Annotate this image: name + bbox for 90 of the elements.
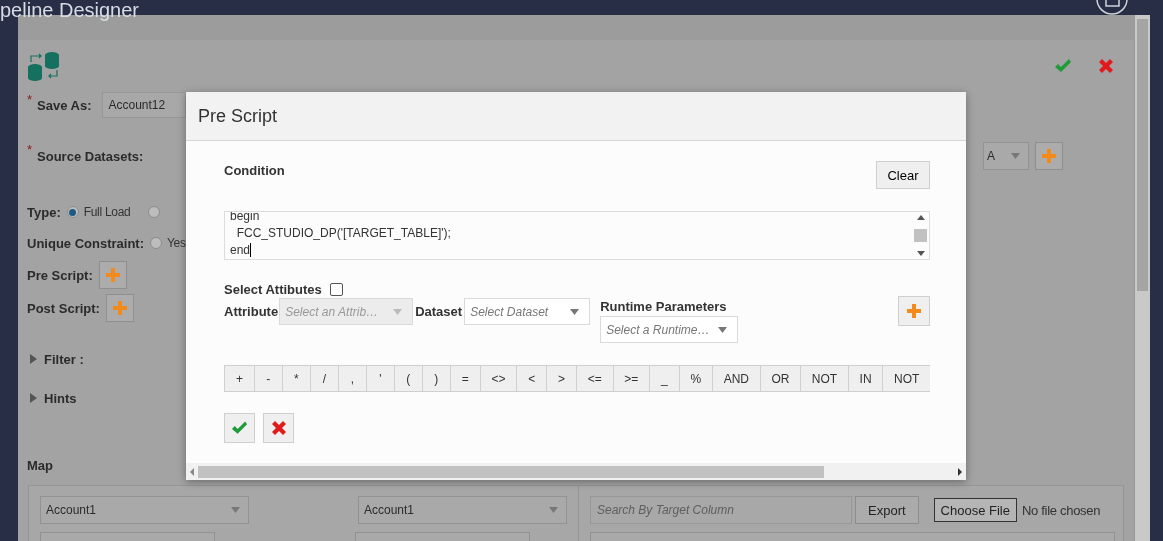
script-editor[interactable]: begin FCC_STUDIO_DP('[TARGET_TABLE]'); end: [224, 211, 930, 260]
operator-button[interactable]: >: [546, 365, 576, 392]
dropdown-placeholder: Select an Attrib…: [285, 304, 379, 319]
field-label: Type:: [27, 204, 61, 220]
operator-button[interactable]: -: [253, 365, 282, 392]
operator-button[interactable]: IN: [847, 365, 883, 392]
add-button[interactable]: [1035, 142, 1063, 170]
field-label: Source Datasets:: [37, 148, 144, 164]
select-value: Account1: [46, 503, 97, 517]
operator-button[interactable]: =: [449, 365, 480, 392]
plus-icon: [105, 268, 120, 282]
operator-button[interactable]: *: [281, 365, 310, 392]
operator-button[interactable]: <: [516, 365, 547, 392]
field-label: Dataset: [415, 304, 463, 319]
caret-icon: [1011, 153, 1020, 159]
field-label: Pre Script:: [27, 267, 93, 283]
operator-button[interactable]: _: [649, 365, 679, 392]
operator-button[interactable]: %: [678, 365, 712, 392]
add-button[interactable]: [898, 296, 930, 326]
close-icon: [270, 420, 287, 436]
scrollbar[interactable]: [186, 463, 966, 480]
operator-button[interactable]: AND: [712, 365, 760, 392]
caret-icon: [393, 308, 403, 315]
required-mark: *: [27, 92, 33, 107]
plus-icon: [1042, 149, 1056, 163]
radio-button[interactable]: [66, 206, 79, 218]
scroll-up-icon[interactable]: [916, 215, 925, 220]
operator-button[interactable]: <=: [575, 365, 613, 392]
section-header[interactable]: Filter :: [44, 351, 84, 367]
export-button[interactable]: Export: [855, 496, 919, 524]
check-icon: [231, 420, 248, 436]
operator-button[interactable]: <>: [479, 365, 517, 392]
scroll-down-icon[interactable]: [916, 251, 925, 256]
scrollbar[interactable]: [1134, 15, 1150, 541]
radio-button[interactable]: [148, 206, 161, 218]
cancel-button[interactable]: [263, 413, 294, 443]
table-select[interactable]: Account1: [40, 496, 249, 524]
operator-button[interactable]: NOT: [800, 365, 848, 392]
dropdown-placeholder: Select a Runtime…: [606, 322, 710, 337]
code-line: FCC_STUDIO_DP('[TARGET_TABLE]');: [235, 226, 451, 240]
plus-icon: [112, 301, 127, 315]
dropdown-placeholder: Select Dataset: [470, 304, 549, 319]
caret-icon: [549, 507, 558, 513]
file-status: No file chosen: [1021, 502, 1101, 518]
choose-file-button[interactable]: Choose File: [933, 498, 1017, 522]
select-value: Account1: [364, 503, 415, 517]
operator-button[interactable]: ,: [337, 365, 366, 392]
confirm-icon[interactable]: [1054, 58, 1072, 74]
operator-button[interactable]: (: [393, 365, 422, 392]
clear-button[interactable]: Clear: [876, 161, 930, 189]
section-title: Map: [27, 457, 53, 473]
add-button[interactable]: [105, 294, 134, 322]
checkbox[interactable]: [329, 282, 343, 296]
field-label: Runtime Parameters: [600, 299, 728, 314]
expand-icon[interactable]: [30, 354, 37, 364]
operator-button[interactable]: NOT: [882, 365, 930, 392]
field-label: Select Attibutes: [224, 281, 322, 297]
dropdown[interactable]: Select a Runtime…: [600, 316, 739, 343]
operator-button[interactable]: ': [365, 365, 394, 392]
required-mark: *: [27, 142, 33, 157]
field-label: Post Script:: [27, 300, 100, 316]
operator-button[interactable]: +: [224, 365, 254, 392]
caret-icon: [718, 326, 728, 333]
operator-button[interactable]: >=: [612, 365, 650, 392]
operator-button[interactable]: OR: [759, 365, 801, 392]
expand-icon[interactable]: [30, 393, 37, 403]
code-line: begin: [230, 212, 260, 223]
add-button[interactable]: [98, 261, 127, 289]
option-label: Yes: [167, 236, 186, 250]
radio-button[interactable]: [150, 237, 162, 249]
field-label: Attribute: [224, 304, 279, 319]
dropdown[interactable]: Select Dataset: [464, 298, 591, 325]
section-header[interactable]: Hints: [44, 390, 77, 406]
section-label: Condition: [224, 163, 285, 178]
option-label: Full Load: [83, 205, 131, 219]
field-label: Save As:: [37, 97, 92, 113]
code-line: end: [230, 243, 252, 257]
caret-icon: [231, 507, 240, 513]
caret-icon: [570, 308, 580, 315]
name-input[interactable]: Account12: [101, 92, 186, 118]
field-label: Unique Constraint:: [27, 235, 144, 251]
table-select[interactable]: Account1: [358, 496, 567, 524]
dialog-title: Pre Script: [198, 105, 278, 127]
dataset-select[interactable]: A: [983, 142, 1029, 170]
plus-icon: [907, 304, 921, 318]
operator-button[interactable]: ): [421, 365, 450, 392]
confirm-button[interactable]: [224, 413, 255, 443]
close-icon[interactable]: [1098, 58, 1114, 74]
operator-button[interactable]: /: [309, 365, 338, 392]
select-value: A: [987, 149, 995, 163]
